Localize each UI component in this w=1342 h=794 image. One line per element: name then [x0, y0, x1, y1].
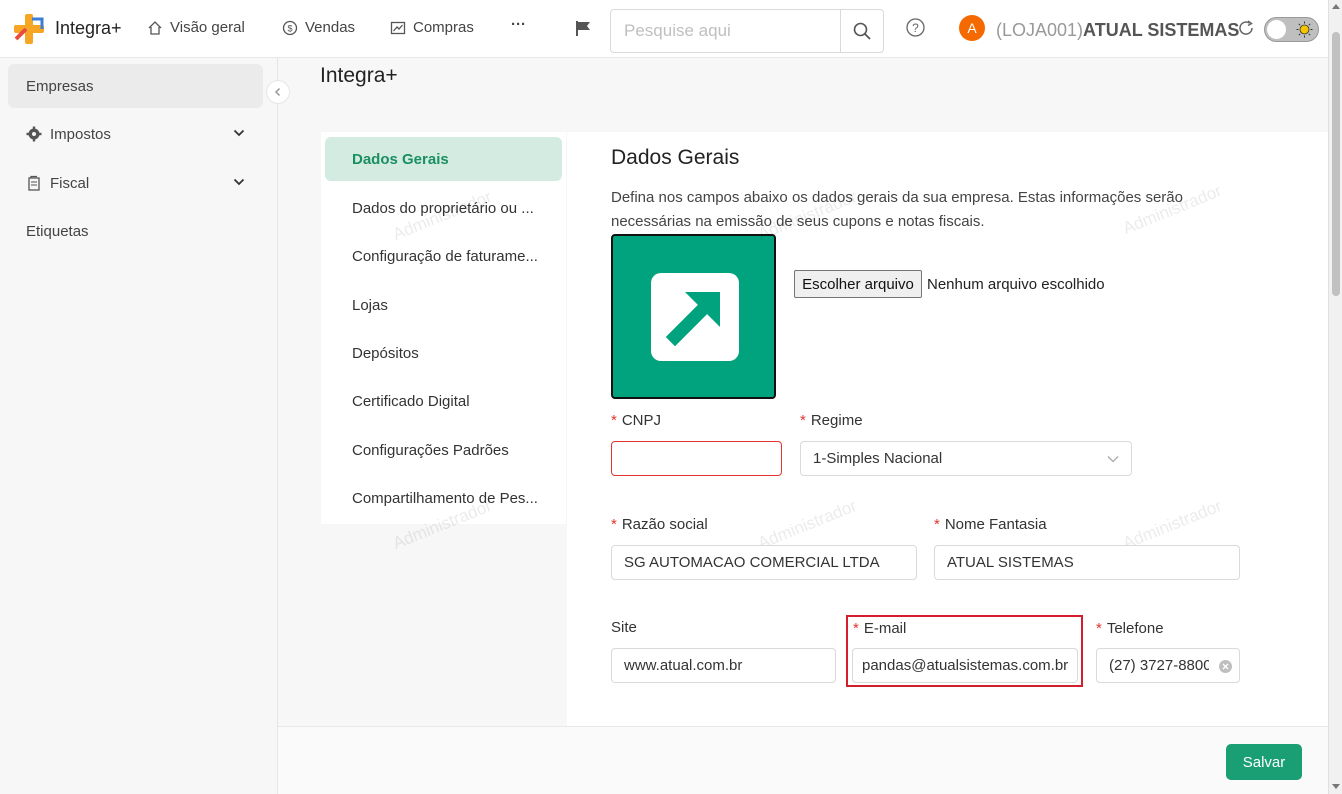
nav-visao-geral[interactable]: Visão geral: [147, 19, 245, 36]
cnpj-label: * CNPJ: [611, 412, 661, 429]
cnpj-field[interactable]: [611, 441, 782, 476]
required-asterisk: *: [934, 516, 940, 533]
razao-social-field[interactable]: SG AUTOMACAO COMERCIAL LTDA: [611, 545, 917, 580]
save-button[interactable]: Salvar: [1226, 744, 1302, 780]
scrollbar[interactable]: [1328, 0, 1342, 794]
chevron-down-icon: [1107, 456, 1119, 463]
gear-icon: [26, 126, 42, 142]
email-highlight-box: [846, 615, 1083, 687]
form-footer: [278, 726, 1328, 794]
razao-social-label-text: Razão social: [621, 516, 708, 533]
svg-text:$: $: [287, 23, 292, 33]
help-icon[interactable]: ?: [906, 18, 925, 37]
company-name: ATUAL SISTEMAS: [1083, 20, 1240, 40]
regime-label: * Regime: [800, 412, 863, 429]
cnpj-label-text: CNPJ: [621, 412, 662, 429]
submenu-configuracao-faturamento[interactable]: Configuração de faturame...: [325, 234, 562, 278]
nav-label: Vendas: [305, 19, 356, 36]
nome-fantasia-label: * Nome Fantasia: [934, 516, 1047, 533]
nome-fantasia-label-text: Nome Fantasia: [944, 516, 1047, 533]
sidebar-item-label: Empresas: [26, 77, 94, 95]
more-icon: ···: [511, 16, 526, 33]
regime-value: 1-Simples Nacional: [813, 450, 943, 467]
sidebar-item-empresas[interactable]: Empresas: [8, 64, 263, 108]
avatar[interactable]: A: [959, 15, 985, 41]
search-input[interactable]: [611, 10, 841, 52]
submenu-lojas[interactable]: Lojas: [325, 283, 562, 327]
company-selector[interactable]: (LOJA001)ATUAL SISTEMAS: [996, 20, 1239, 41]
chevron-down-icon: [233, 178, 245, 186]
collapse-sidebar-button[interactable]: [266, 80, 290, 104]
search-box: [610, 9, 884, 53]
sidebar-item-fiscal[interactable]: Fiscal: [8, 161, 263, 205]
avatar-letter: A: [967, 20, 977, 36]
required-asterisk: *: [800, 412, 806, 429]
submenu-depositos[interactable]: Depósitos: [325, 331, 562, 375]
file-status-text: Nenhum arquivo escolhido: [927, 276, 1105, 293]
nav-label: Compras: [413, 19, 474, 36]
sidebar: Empresas Impostos Fiscal Etiquetas: [0, 58, 278, 794]
app-logo-icon[interactable]: [12, 12, 46, 46]
sidebar-item-etiquetas[interactable]: Etiquetas: [8, 209, 263, 253]
nav-compras[interactable]: Compras: [390, 19, 474, 36]
sun-icon: [1296, 21, 1313, 38]
arrow-logo-icon: [651, 273, 739, 361]
page-title: Integra+: [320, 64, 398, 87]
company-code: (LOJA001): [996, 20, 1084, 40]
document-icon: [28, 175, 40, 191]
razao-social-label: * Razão social: [611, 516, 708, 533]
sidebar-item-impostos[interactable]: Impostos: [8, 112, 263, 156]
scroll-up-arrow[interactable]: [1332, 4, 1340, 9]
nome-fantasia-field[interactable]: ATUAL SISTEMAS: [934, 545, 1240, 580]
sidebar-item-label: Impostos: [50, 125, 111, 143]
choose-file-button[interactable]: Escolher arquivo: [794, 270, 922, 298]
home-icon: [148, 20, 162, 35]
toggle-knob: [1267, 20, 1286, 39]
chart-icon: [390, 21, 406, 34]
sidebar-item-label: Fiscal: [50, 174, 90, 192]
regime-label-text: Regime: [810, 412, 863, 429]
submenu-configuracoes-padroes[interactable]: Configurações Padrões: [325, 428, 562, 472]
sidebar-item-label: Etiquetas: [26, 222, 89, 240]
theme-toggle[interactable]: [1264, 17, 1319, 42]
refresh-icon[interactable]: [1237, 19, 1255, 37]
telefone-field[interactable]: (27) 3727-8800: [1096, 648, 1240, 683]
telefone-value: (27) 3727-8800: [1109, 657, 1209, 674]
section-title: Dados Gerais: [611, 146, 740, 169]
site-label: Site: [611, 619, 637, 636]
required-asterisk: *: [611, 412, 617, 429]
telefone-label-text: Telefone: [1106, 620, 1164, 637]
brand-name[interactable]: Integra+: [55, 18, 122, 39]
search-icon: [853, 22, 871, 40]
telefone-label: * Telefone: [1096, 620, 1164, 637]
flag-icon[interactable]: [575, 20, 592, 37]
required-asterisk: *: [1096, 620, 1102, 637]
settings-submenu: Dados Gerais Dados do proprietário ou ..…: [321, 132, 566, 524]
svg-text:?: ?: [912, 21, 919, 35]
dollar-icon: $: [282, 20, 298, 35]
more-menu-button[interactable]: ···: [511, 16, 526, 33]
regime-select[interactable]: 1-Simples Nacional: [800, 441, 1132, 476]
submenu-dados-gerais[interactable]: Dados Gerais: [325, 137, 562, 181]
top-bar: Integra+ Visão geral $ Vendas Compras ··…: [0, 0, 1328, 58]
nav-label: Visão geral: [170, 19, 245, 36]
chevron-left-icon: [274, 87, 281, 97]
company-logo-preview: [611, 234, 776, 399]
scroll-down-arrow[interactable]: [1332, 784, 1340, 789]
scroll-thumb[interactable]: [1332, 32, 1340, 296]
nav-vendas[interactable]: $ Vendas: [282, 19, 355, 36]
search-button[interactable]: [840, 10, 883, 52]
site-field[interactable]: www.atual.com.br: [611, 648, 836, 683]
required-asterisk: *: [611, 516, 617, 533]
clear-icon[interactable]: [1219, 660, 1232, 673]
submenu-certificado-digital[interactable]: Certificado Digital: [325, 379, 562, 423]
chevron-down-icon: [233, 129, 245, 137]
